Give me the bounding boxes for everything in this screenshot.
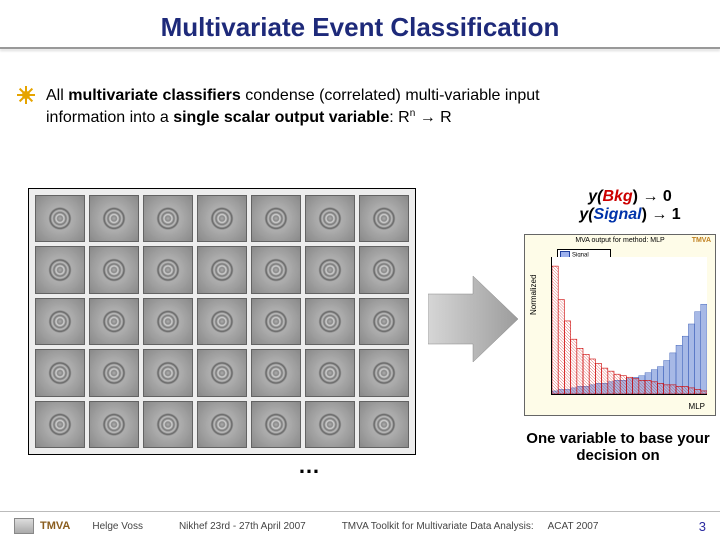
y-signal-label: y(Signal) → 1: [540, 206, 720, 224]
input-tile: [89, 298, 139, 345]
input-tile: [251, 246, 301, 293]
input-tile: [359, 401, 409, 448]
input-tile: [305, 298, 355, 345]
input-tile: [197, 401, 247, 448]
inputs-grid: [28, 188, 416, 455]
input-tile: [359, 349, 409, 396]
plot-brand: TMVA: [692, 237, 711, 244]
input-tile: [89, 246, 139, 293]
input-tile: [143, 401, 193, 448]
input-tile: [89, 195, 139, 242]
input-tile: [305, 195, 355, 242]
input-tile: [305, 246, 355, 293]
input-tile: [359, 246, 409, 293]
input-tile: [143, 349, 193, 396]
input-tile: [251, 298, 301, 345]
input-tile: [359, 195, 409, 242]
input-tile: [197, 349, 247, 396]
output-labels: y(Bkg) → 0 y(Signal) → 1: [540, 188, 720, 224]
input-tile: [89, 349, 139, 396]
input-tile: [35, 298, 85, 345]
input-tile: [89, 401, 139, 448]
plot-ylabel: Normalized: [529, 275, 538, 315]
input-tile: [305, 401, 355, 448]
logo-icon: [14, 518, 34, 534]
bullet-item: All multivariate classifiers condense (c…: [18, 85, 688, 128]
input-tile: [143, 298, 193, 345]
plot-xlabel: MLP: [689, 402, 705, 411]
input-tile: [35, 195, 85, 242]
ellipsis: …: [298, 453, 320, 479]
plot-title: MVA output for method: MLP: [525, 235, 715, 244]
output-caption: One variable to base your decision on: [513, 430, 720, 464]
footer: TMVA Helge Voss Nikhef 23rd - 27th April…: [0, 511, 720, 534]
input-tile: [251, 195, 301, 242]
input-tile: [251, 401, 301, 448]
y-bkg-label: y(Bkg) → 0: [540, 188, 720, 206]
content-area: … y(Bkg) → 0 y(Signal) → 1 MVA output fo…: [28, 188, 700, 480]
mva-output-plot: MVA output for method: MLP TMVA Signal B…: [524, 234, 716, 416]
input-tile: [305, 349, 355, 396]
footer-venue: Nikhef 23rd - 27th April 2007: [179, 521, 306, 532]
footer-conf: ACAT 2007: [548, 521, 599, 532]
bullet-text: All multivariate classifiers condense (c…: [46, 85, 540, 128]
page-title: Multivariate Event Classification: [0, 0, 720, 43]
footer-brand: TMVA: [40, 520, 70, 532]
input-tile: [143, 246, 193, 293]
input-tile: [143, 195, 193, 242]
input-tile: [251, 349, 301, 396]
footer-talk: TMVA Toolkit for Multivariate Data Analy…: [342, 521, 534, 532]
arrow-icon: [428, 274, 518, 364]
input-tile: [35, 401, 85, 448]
plot-axes: [551, 257, 707, 395]
input-tile: [197, 298, 247, 345]
input-tile: [197, 195, 247, 242]
input-tile: [35, 349, 85, 396]
input-tile: [197, 246, 247, 293]
sun-bullet-icon: [18, 87, 34, 103]
footer-author: Helge Voss: [92, 521, 143, 532]
input-tile: [35, 246, 85, 293]
input-tile: [359, 298, 409, 345]
page-number: 3: [699, 519, 706, 534]
title-underline: [0, 47, 720, 49]
